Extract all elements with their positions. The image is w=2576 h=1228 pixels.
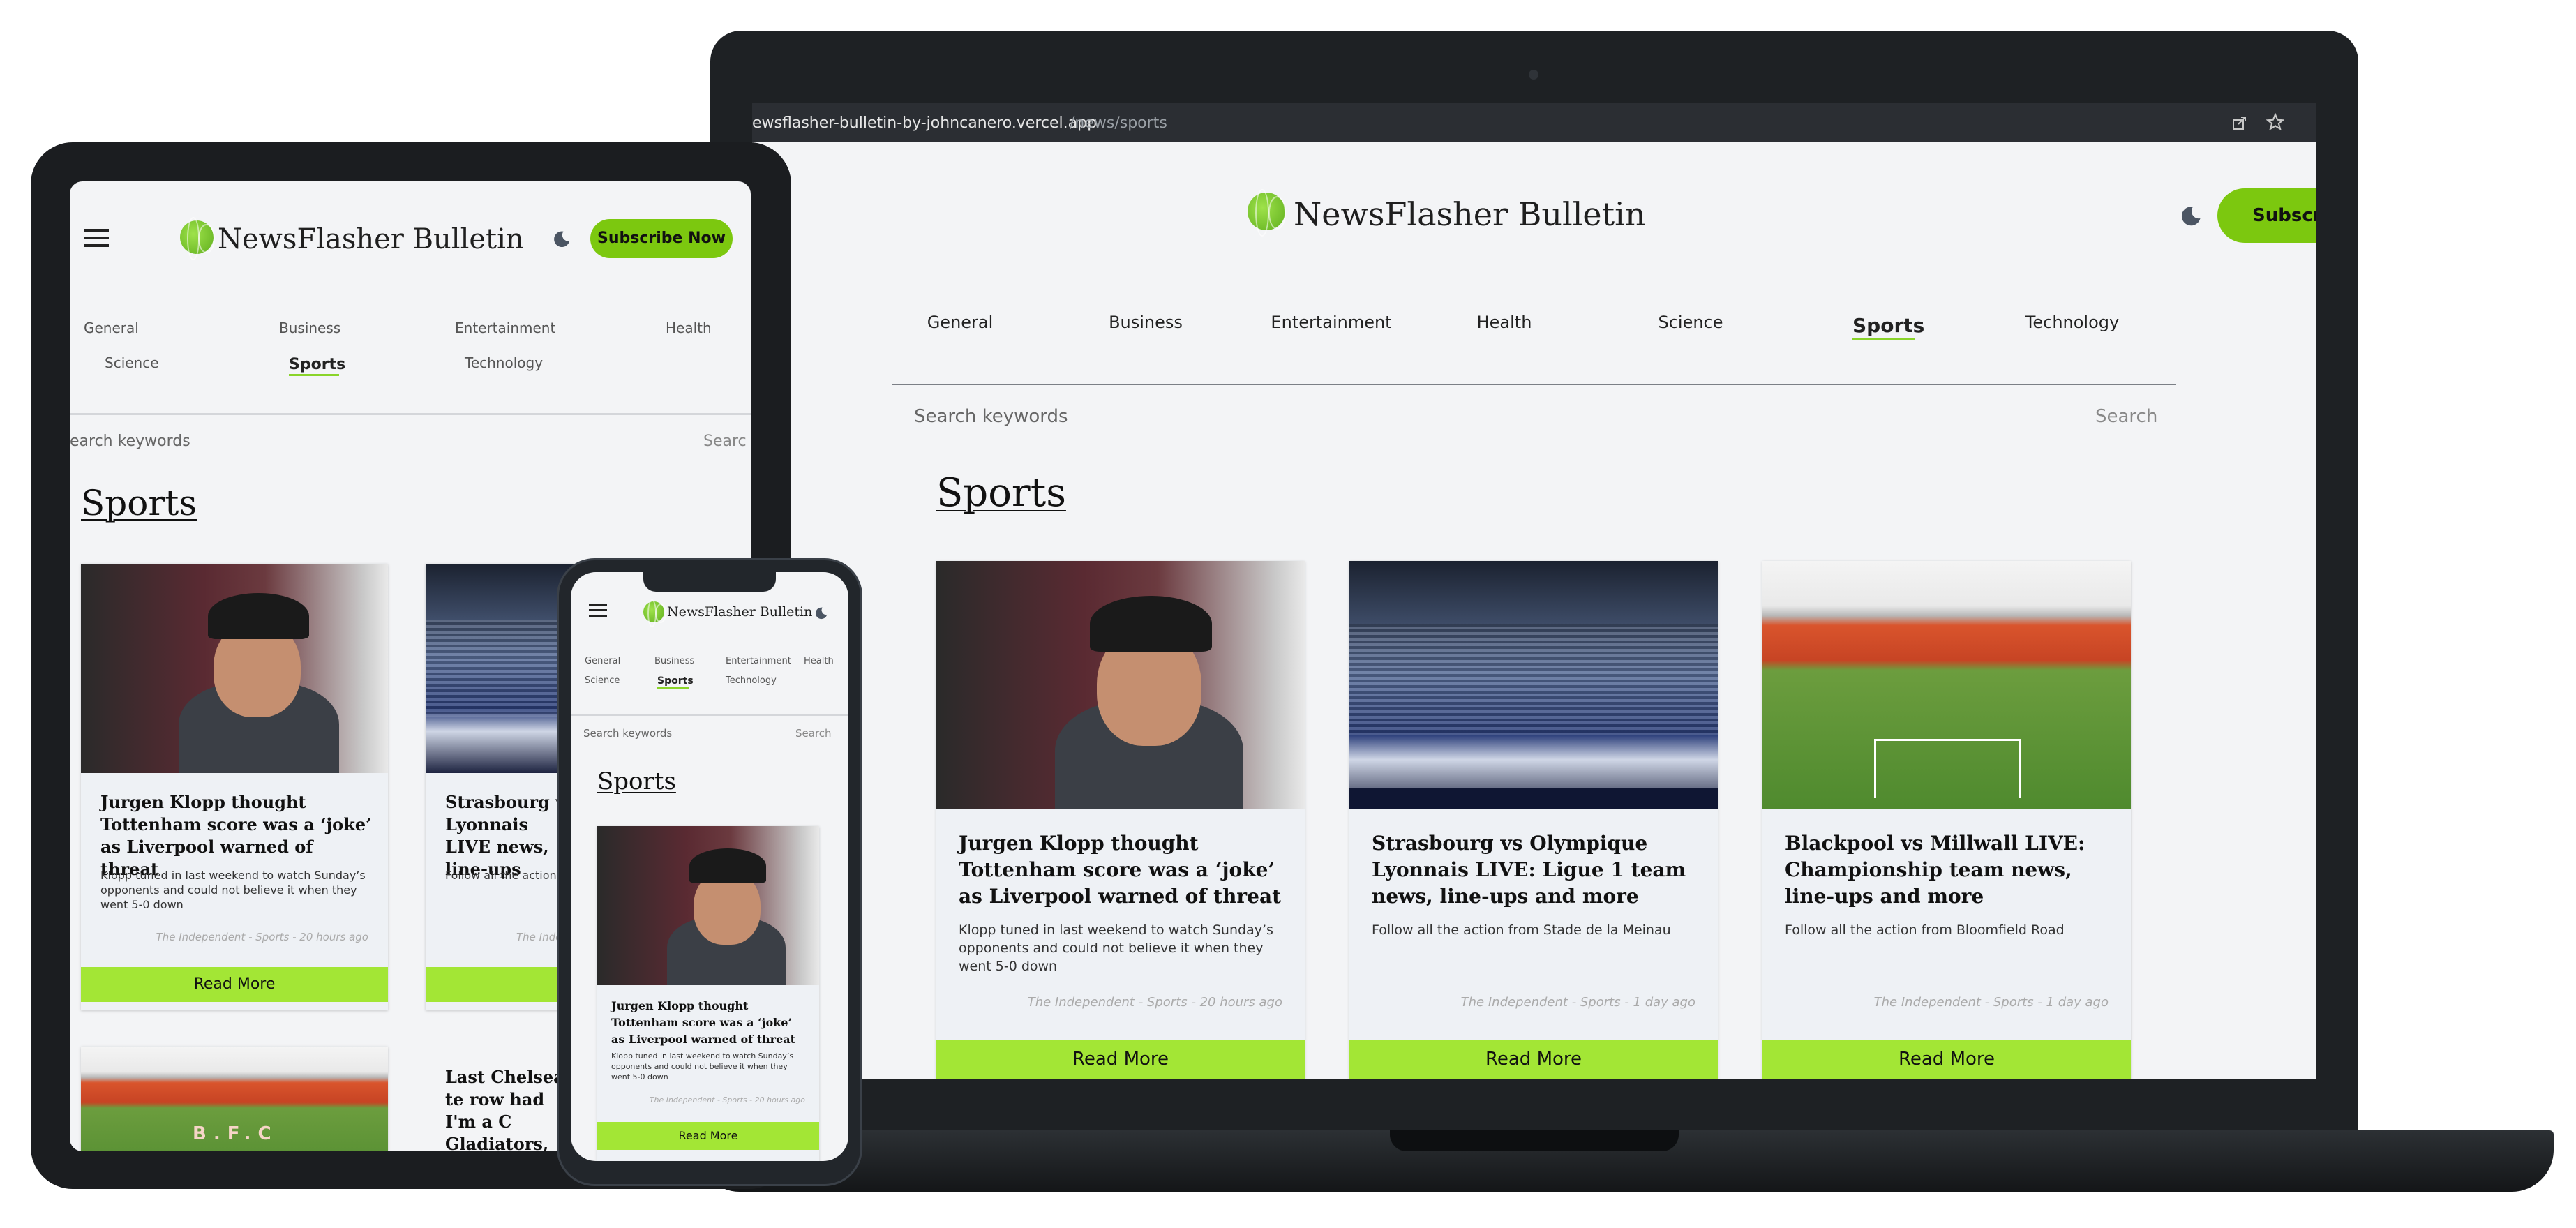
laptop-site: NewsFlasher Bulletin Subscri General Bus… <box>752 142 2316 1079</box>
article-description: Follow all the action from Bloomfield Ro… <box>1785 922 2065 938</box>
nav-category-science[interactable]: Science <box>1649 313 1732 332</box>
article-meta: The Independent - Sports - 1 day ago <box>1873 995 2109 1010</box>
nav-category-science[interactable]: Science <box>105 354 174 371</box>
dark-mode-moon-icon[interactable] <box>814 606 829 621</box>
url-host: ewsflasher-bulletin-by-johncanero.vercel… <box>752 114 1098 132</box>
nav-category-health[interactable]: Health <box>804 656 839 666</box>
site-brand[interactable]: NewsFlasher Bulletin <box>667 604 812 620</box>
nav-category-business[interactable]: Business <box>1090 313 1201 332</box>
site-brand[interactable]: NewsFlasher Bulletin <box>218 223 524 255</box>
article-meta: The Independent - Sports - 20 hours ago <box>156 931 368 943</box>
article-title[interactable]: Blackpool vs Millwall LIVE: Championship… <box>1785 830 2113 910</box>
search-button[interactable]: Searc <box>703 433 747 450</box>
nav-category-general[interactable]: General <box>84 320 167 336</box>
url-path: /news/sports <box>1070 114 1167 132</box>
search-divider <box>70 413 751 415</box>
search-button[interactable]: Search <box>2095 406 2157 427</box>
article-meta: The Independent - Sports - 1 day ago <box>1460 995 1695 1010</box>
nav-category-entertainment[interactable]: Entertainment <box>1268 313 1394 332</box>
nav-category-general[interactable]: General <box>904 313 1016 332</box>
search-button[interactable]: Search <box>795 727 832 740</box>
subscribe-button[interactable]: Subscri <box>2217 188 2316 243</box>
laptop-hinge-notch <box>1390 1130 1679 1151</box>
stadium-letters: B.F.C <box>193 1123 278 1144</box>
nav-category-health[interactable]: Health <box>666 320 721 336</box>
article-description: Follow all the action from Stade de la M… <box>1372 922 1671 938</box>
nav-category-entertainment[interactable]: Entertainment <box>726 656 795 666</box>
search-divider <box>571 714 848 716</box>
article-card: Blackpool vs Millwall LIVE: Championship… <box>1762 561 2131 1079</box>
dark-mode-moon-icon[interactable] <box>551 229 572 250</box>
nav-category-sports[interactable]: Sports <box>657 675 694 689</box>
article-image[interactable] <box>597 826 819 985</box>
article-image[interactable] <box>1762 561 2131 809</box>
section-title: Sports <box>597 768 676 795</box>
nav-category-general[interactable]: General <box>585 656 627 666</box>
article-meta: The Independent - Sports - 20 hours ago <box>1027 995 1282 1010</box>
nav-category-technology[interactable]: Technology <box>2016 313 2128 332</box>
article-meta: The Inde <box>516 931 562 943</box>
dark-mode-moon-icon[interactable] <box>2178 204 2203 229</box>
article-image[interactable] <box>1349 561 1718 809</box>
section-title: Sports <box>936 470 1066 516</box>
article-card: Jurgen Klopp thought Tottenham score was… <box>597 826 819 1161</box>
article-description: Klopp tuned in last weekend to watch Sun… <box>959 922 1273 974</box>
menu-icon[interactable] <box>84 227 109 248</box>
article-image[interactable] <box>936 561 1305 809</box>
nav-category-business[interactable]: Business <box>279 320 363 336</box>
article-title[interactable]: Jurgen Klopp thought Tottenham score was… <box>100 791 373 881</box>
search-divider <box>892 384 2176 385</box>
article-card: B.F.C <box>81 1047 388 1151</box>
nav-category-health[interactable]: Health <box>1462 313 1546 332</box>
search-input[interactable]: earch keywords <box>70 433 190 450</box>
nav-category-technology[interactable]: Technology <box>465 354 548 371</box>
nav-category-entertainment[interactable]: Entertainment <box>455 320 594 336</box>
star-icon[interactable] <box>2266 113 2284 131</box>
nav-category-sports[interactable]: Sports <box>289 356 345 376</box>
laptop-camera <box>1529 70 1538 80</box>
article-title[interactable]: Jurgen Klopp thought Tottenham score was… <box>959 830 1287 910</box>
logo-icon <box>180 217 215 260</box>
browser-address-bar[interactable]: ewsflasher-bulletin-by-johncanero.vercel… <box>752 103 2316 142</box>
article-card: Jurgen Klopp thought Tottenham score was… <box>936 561 1305 1079</box>
search-input[interactable]: Search keywords <box>914 406 1068 427</box>
section-title: Sports <box>81 483 197 523</box>
menu-icon[interactable] <box>589 603 607 618</box>
article-title[interactable]: Jurgen Klopp thought Tottenham score was… <box>611 998 807 1048</box>
read-more-button[interactable]: Read More <box>1349 1040 1718 1079</box>
subscribe-button[interactable]: Subscribe Now <box>590 219 733 258</box>
read-more-button[interactable]: Read More <box>936 1040 1305 1079</box>
nav-category-business[interactable]: Business <box>654 656 703 666</box>
site-brand[interactable]: NewsFlasher Bulletin <box>1294 195 1645 233</box>
read-more-button[interactable]: Read More <box>597 1122 819 1150</box>
search-input[interactable]: Search keywords <box>583 727 672 740</box>
logo-icon <box>643 599 666 627</box>
article-description: Klopp tuned in last weekend to watch Sun… <box>611 1051 794 1081</box>
laptop-screen: ewsflasher-bulletin-by-johncanero.vercel… <box>752 103 2316 1079</box>
article-title[interactable]: Strasbourg vs Olympique Lyonnais LIVE: L… <box>1372 830 1700 910</box>
article-meta: The Independent - Sports - 20 hours ago <box>649 1095 805 1105</box>
phone-notch <box>643 572 776 592</box>
article-image[interactable] <box>81 564 388 773</box>
nav-category-technology[interactable]: Technology <box>726 675 781 686</box>
article-description: Klopp tuned in last weekend to watch Sun… <box>100 869 366 911</box>
article-image[interactable]: B.F.C <box>81 1047 388 1151</box>
read-more-button[interactable]: Read More <box>81 967 388 1002</box>
article-card: Jurgen Klopp thought Tottenham score was… <box>81 564 388 1010</box>
phone-screen: NewsFlasher Bulletin General Business En… <box>571 572 848 1161</box>
share-icon[interactable] <box>2231 114 2248 131</box>
article-title[interactable]: Last Chelsea te row had I'm a C Gladiato… <box>445 1066 571 1151</box>
article-card: Strasbourg vs Olympique Lyonnais LIVE: L… <box>1349 561 1718 1079</box>
nav-category-science[interactable]: Science <box>585 675 627 686</box>
read-more-button[interactable]: Read More <box>1762 1040 2131 1079</box>
nav-category-sports[interactable]: Sports <box>1852 314 1924 340</box>
logo-icon <box>1248 188 1287 237</box>
